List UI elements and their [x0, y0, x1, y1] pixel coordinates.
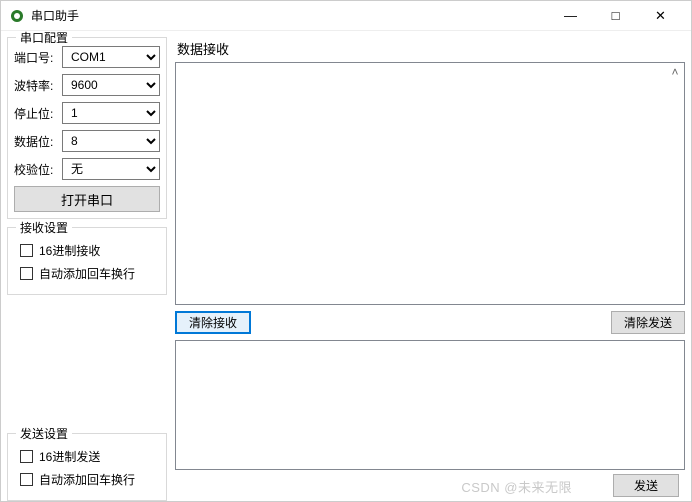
- recv-crlf-checkbox[interactable]: [20, 267, 33, 280]
- data-select[interactable]: 8: [62, 130, 160, 152]
- send-hex-label: 16进制发送: [39, 448, 100, 465]
- scrollbar-up-icon[interactable]: ˄: [668, 65, 682, 79]
- recv-title: 数据接收: [177, 39, 685, 58]
- send-textarea[interactable]: [175, 340, 685, 470]
- stop-label: 停止位:: [14, 105, 62, 122]
- baud-label: 波特率:: [14, 77, 62, 94]
- send-crlf-label: 自动添加回车换行: [39, 471, 135, 488]
- recv-settings-title: 接收设置: [16, 219, 72, 236]
- app-window: 串口助手 — □ ✕ 串口配置 端口号: COM1 波特率: 9600 停止位:: [0, 0, 692, 502]
- titlebar: 串口助手 — □ ✕: [1, 1, 691, 31]
- parity-label: 校验位:: [14, 161, 62, 178]
- send-settings-group: 发送设置 16进制发送 自动添加回车换行: [7, 433, 167, 501]
- port-label: 端口号:: [14, 49, 62, 66]
- port-select[interactable]: COM1: [62, 46, 160, 68]
- send-crlf-checkbox[interactable]: [20, 473, 33, 486]
- send-button[interactable]: 发送: [613, 474, 679, 497]
- clear-recv-button[interactable]: 清除接收: [175, 311, 251, 334]
- recv-settings-group: 接收设置 16进制接收 自动添加回车换行: [7, 227, 167, 295]
- stop-select[interactable]: 1: [62, 102, 160, 124]
- clear-send-button[interactable]: 清除发送: [611, 311, 685, 334]
- data-label: 数据位:: [14, 133, 62, 150]
- open-port-button[interactable]: 打开串口: [14, 186, 160, 212]
- window-title: 串口助手: [31, 7, 548, 24]
- recv-hex-checkbox[interactable]: [20, 244, 33, 257]
- close-button[interactable]: ✕: [638, 2, 683, 30]
- maximize-button[interactable]: □: [593, 2, 638, 30]
- window-controls: — □ ✕: [548, 2, 683, 30]
- serial-config-group: 串口配置 端口号: COM1 波特率: 9600 停止位: 1 数据位: 8: [7, 37, 167, 219]
- parity-select[interactable]: 无: [62, 158, 160, 180]
- recv-hex-label: 16进制接收: [39, 242, 100, 259]
- recv-textarea[interactable]: ˄: [175, 62, 685, 305]
- send-settings-title: 发送设置: [16, 425, 72, 442]
- send-hex-checkbox[interactable]: [20, 450, 33, 463]
- recv-crlf-label: 自动添加回车换行: [39, 265, 135, 282]
- baud-select[interactable]: 9600: [62, 74, 160, 96]
- minimize-button[interactable]: —: [548, 2, 593, 30]
- serial-config-title: 串口配置: [16, 31, 72, 46]
- app-icon: [9, 8, 25, 24]
